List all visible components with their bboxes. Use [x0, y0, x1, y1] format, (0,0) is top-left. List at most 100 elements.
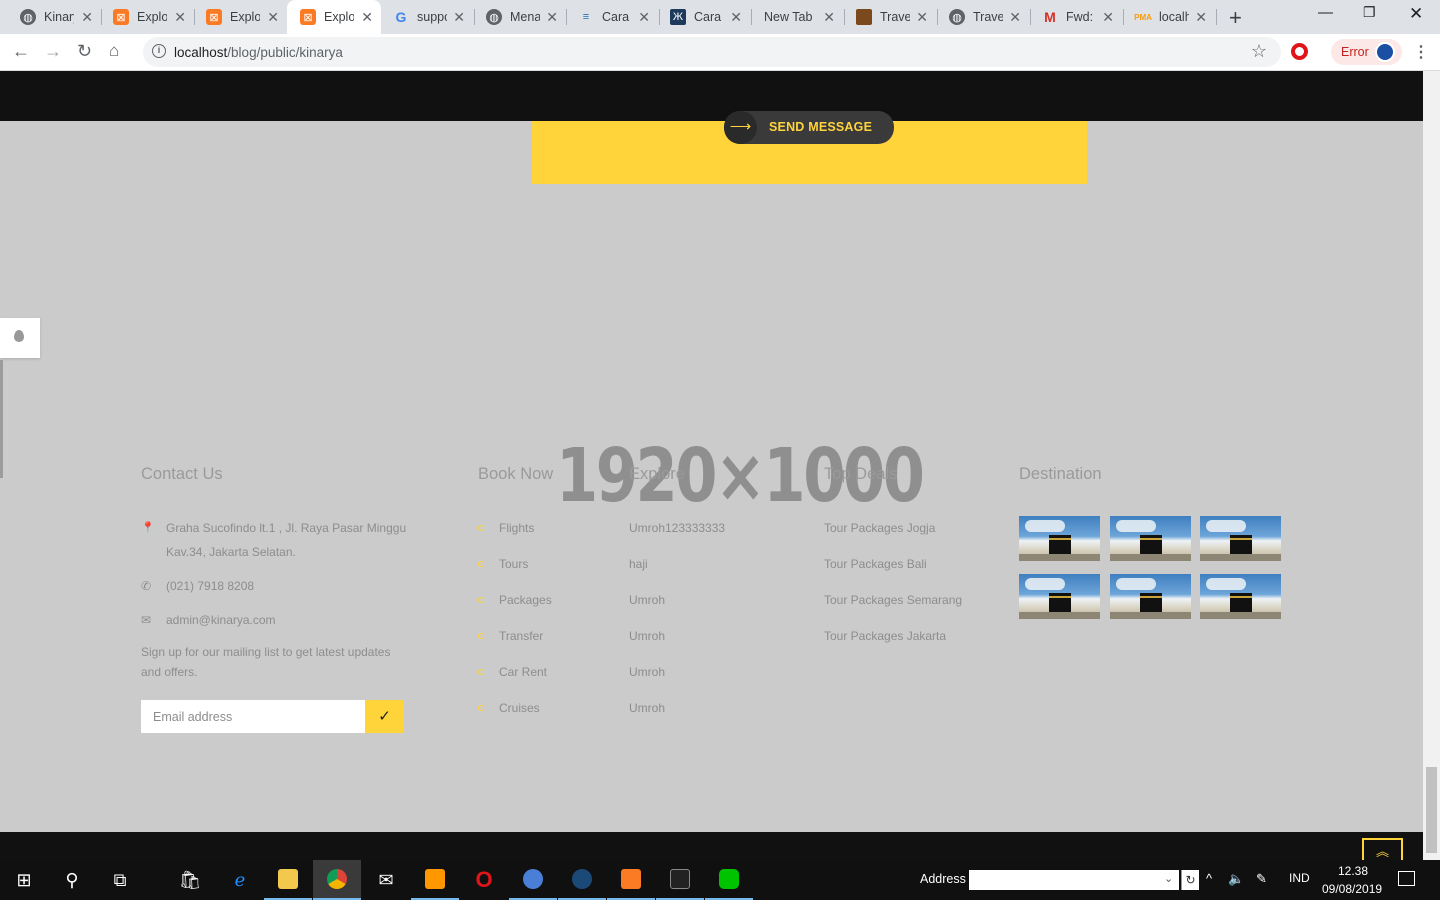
close-icon[interactable]: ✕: [1195, 9, 1207, 26]
volume-icon[interactable]: 🔈: [1228, 871, 1244, 887]
close-icon[interactable]: ✕: [638, 9, 650, 26]
language-indicator[interactable]: IND: [1289, 871, 1310, 885]
sublime-text-icon[interactable]: [411, 860, 459, 900]
destination-thumbnail[interactable]: [1019, 516, 1100, 561]
close-icon[interactable]: ✕: [916, 9, 928, 26]
tab-kinarya[interactable]: ◍ Kinarya ✕: [0, 0, 101, 34]
newsletter-email-input[interactable]: Email address: [141, 700, 365, 733]
address-go-icon[interactable]: ↻: [1181, 870, 1199, 890]
close-icon[interactable]: ✕: [1102, 9, 1114, 26]
explore-link[interactable]: Umroh: [629, 593, 665, 607]
close-icon[interactable]: ✕: [453, 9, 465, 26]
top-deals-link[interactable]: Tour Packages Semarang: [824, 593, 962, 607]
book-now-link[interactable]: Tours: [499, 557, 528, 571]
chevron-down-icon[interactable]: ⌄: [1164, 872, 1173, 885]
send-message-button[interactable]: ⟶ SEND MESSAGE: [724, 111, 894, 144]
book-now-link[interactable]: Flights: [499, 521, 534, 535]
tab-travel-2[interactable]: ◍ Travel ✕: [929, 0, 1029, 34]
new-tab-button[interactable]: +: [1229, 5, 1242, 31]
book-now-link[interactable]: Cruises: [499, 701, 540, 715]
clock-time[interactable]: 12.38: [1338, 864, 1368, 878]
opera-icon[interactable]: O: [460, 860, 508, 900]
task-view-icon[interactable]: ⧉: [96, 860, 144, 900]
chrome-icon[interactable]: [313, 860, 361, 900]
xampp-icon[interactable]: [607, 860, 655, 900]
tab-travel-1[interactable]: Travel ✕: [836, 0, 936, 34]
tab-menam[interactable]: ◍ Menam ✕: [466, 0, 566, 34]
info-icon[interactable]: i: [152, 44, 166, 58]
book-now-link[interactable]: Transfer: [499, 629, 543, 643]
tab-localhost-pma[interactable]: PMA localhost ✕: [1115, 0, 1215, 34]
search-icon[interactable]: ⚲: [48, 860, 96, 900]
chrome-alt-icon[interactable]: [509, 860, 557, 900]
steam-icon[interactable]: [558, 860, 606, 900]
tab-explore-1[interactable]: ⊠ Explore ✕: [93, 0, 194, 34]
explore-link[interactable]: Umroh: [629, 701, 665, 715]
address-bar[interactable]: i localhost/blog/public/kinarya ☆: [143, 37, 1281, 67]
home-button[interactable]: ⌂: [109, 41, 119, 61]
terminal-icon[interactable]: [656, 860, 704, 900]
globe-icon: ◍: [20, 9, 36, 25]
bookmark-star-icon[interactable]: ☆: [1251, 41, 1267, 62]
close-icon[interactable]: ✕: [1009, 9, 1021, 26]
destination-thumbnail[interactable]: [1200, 574, 1281, 619]
tab-new-tab[interactable]: New Tab ✕: [743, 0, 843, 34]
mail-icon[interactable]: ✉: [362, 860, 410, 900]
scrollbar-thumb[interactable]: [1426, 767, 1437, 853]
close-icon[interactable]: ✕: [267, 9, 279, 26]
windows-start-icon[interactable]: ⊞: [0, 860, 48, 900]
bullet-icon: [478, 705, 484, 711]
book-now-link[interactable]: Packages: [499, 593, 552, 607]
close-icon[interactable]: ✕: [174, 9, 186, 26]
url-text[interactable]: localhost/blog/public/kinarya: [174, 45, 343, 60]
close-icon[interactable]: ✕: [81, 9, 93, 26]
store-icon[interactable]: 🛍: [166, 860, 214, 900]
close-icon[interactable]: ✕: [730, 9, 742, 26]
tab-explore-2[interactable]: ⊠ Explore ✕: [186, 0, 287, 34]
internet-explorer-icon[interactable]: ℯ: [216, 860, 264, 900]
destination-thumbnail[interactable]: [1019, 574, 1100, 619]
newsletter-submit-button[interactable]: ✓: [365, 700, 404, 733]
contact-us-title: Contact Us: [141, 465, 223, 483]
tab-cara-2[interactable]: Ж Cara ✕: [650, 0, 750, 34]
explore-link[interactable]: Umroh: [629, 665, 665, 679]
top-deals-link[interactable]: Tour Packages Jakarta: [824, 629, 946, 643]
kebab-menu-icon[interactable]: ⋮: [1413, 42, 1429, 62]
destination-thumbnail[interactable]: [1110, 574, 1191, 619]
minimize-button[interactable]: —: [1318, 4, 1333, 21]
restore-button[interactable]: ❐: [1363, 4, 1376, 21]
contact-email[interactable]: admin@kinarya.com: [166, 613, 276, 627]
close-icon[interactable]: ✕: [361, 9, 373, 26]
clock-date[interactable]: 09/08/2019: [1322, 882, 1382, 896]
chevron-up-icon[interactable]: ^: [1206, 871, 1212, 886]
profile-error-button[interactable]: Error: [1331, 39, 1402, 65]
page-scrollbar[interactable]: [1423, 71, 1440, 860]
top-deals-link[interactable]: Tour Packages Jogja: [824, 521, 935, 535]
opera-extension-icon[interactable]: [1291, 43, 1308, 60]
close-icon[interactable]: ✕: [823, 9, 835, 26]
tab-explore-active[interactable]: ⊠ Explore ✕: [287, 0, 381, 34]
window-close-button[interactable]: ✕: [1409, 4, 1423, 24]
forward-button[interactable]: →: [44, 41, 62, 62]
address-toolbar-input[interactable]: [969, 870, 1179, 890]
explore-link[interactable]: Umroh: [629, 629, 665, 643]
notification-icon[interactable]: [1398, 871, 1415, 886]
browser-toolbar: ← → ↻ ⌂ i localhost/blog/public/kinarya …: [0, 34, 1440, 71]
line-icon[interactable]: [705, 860, 753, 900]
book-now-link[interactable]: Car Rent: [499, 665, 547, 679]
back-to-top-button[interactable]: ︽: [1362, 838, 1403, 860]
pen-icon[interactable]: ✎: [1256, 871, 1267, 887]
back-button[interactable]: ←: [12, 41, 30, 62]
destination-thumbnail[interactable]: [1110, 516, 1191, 561]
style-switcher-button[interactable]: [0, 318, 40, 358]
top-deals-link[interactable]: Tour Packages Bali: [824, 557, 927, 571]
tab-fwd-gmail[interactable]: M Fwd: ✕: [1022, 0, 1122, 34]
file-explorer-icon[interactable]: [264, 860, 312, 900]
explore-link[interactable]: Umroh123333333: [629, 521, 725, 535]
explore-link[interactable]: haji: [629, 557, 648, 571]
tab-cara-1[interactable]: ≡ Cara ✕: [558, 0, 658, 34]
destination-thumbnail[interactable]: [1200, 516, 1281, 561]
tab-support[interactable]: G support ✕: [373, 0, 473, 34]
reload-button[interactable]: ↻: [77, 41, 92, 62]
close-icon[interactable]: ✕: [546, 9, 558, 26]
